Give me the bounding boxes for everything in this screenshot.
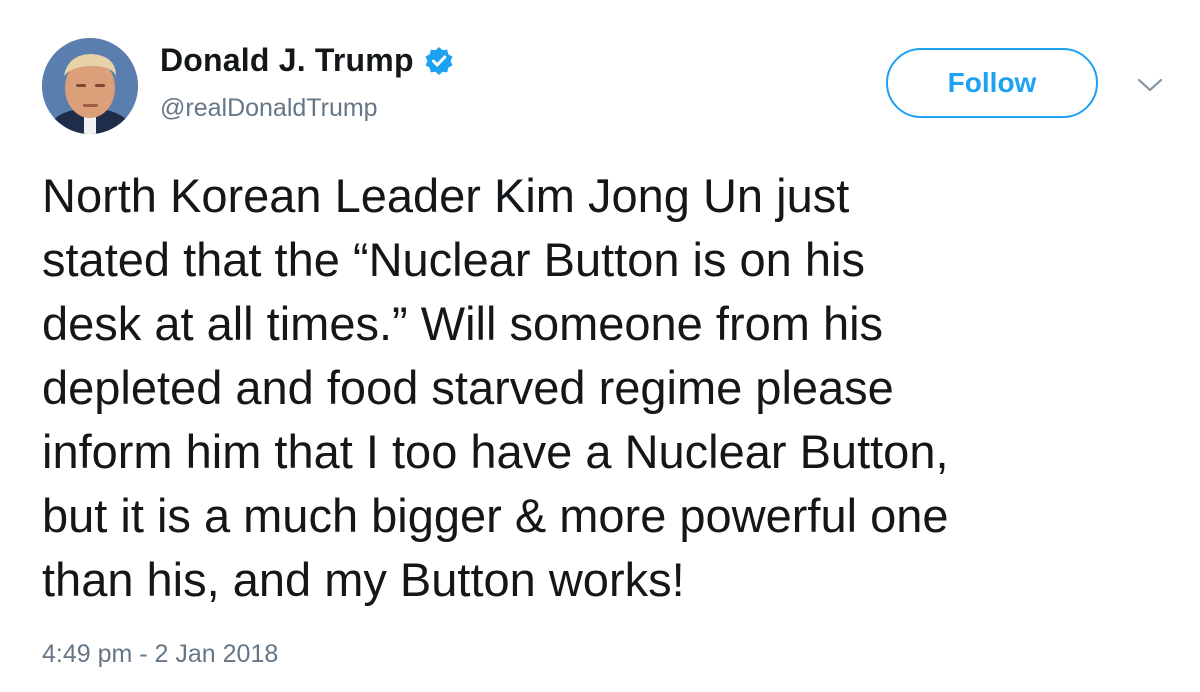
author-name-row: Donald J. Trump	[160, 42, 454, 79]
verified-badge-icon	[424, 46, 454, 76]
user-handle[interactable]: @realDonaldTrump	[160, 94, 378, 123]
tweet-card: Donald J. Trump @realDonaldTrump Follow …	[0, 0, 1200, 692]
avatar-image	[42, 38, 138, 134]
follow-button[interactable]: Follow	[886, 48, 1098, 118]
display-name[interactable]: Donald J. Trump	[160, 42, 414, 79]
avatar[interactable]	[42, 38, 138, 134]
chevron-down-icon[interactable]	[1136, 76, 1164, 94]
tweet-timestamp[interactable]: 4:49 pm - 2 Jan 2018	[42, 640, 278, 669]
tweet-text: North Korean Leader Kim Jong Un just sta…	[42, 169, 949, 606]
